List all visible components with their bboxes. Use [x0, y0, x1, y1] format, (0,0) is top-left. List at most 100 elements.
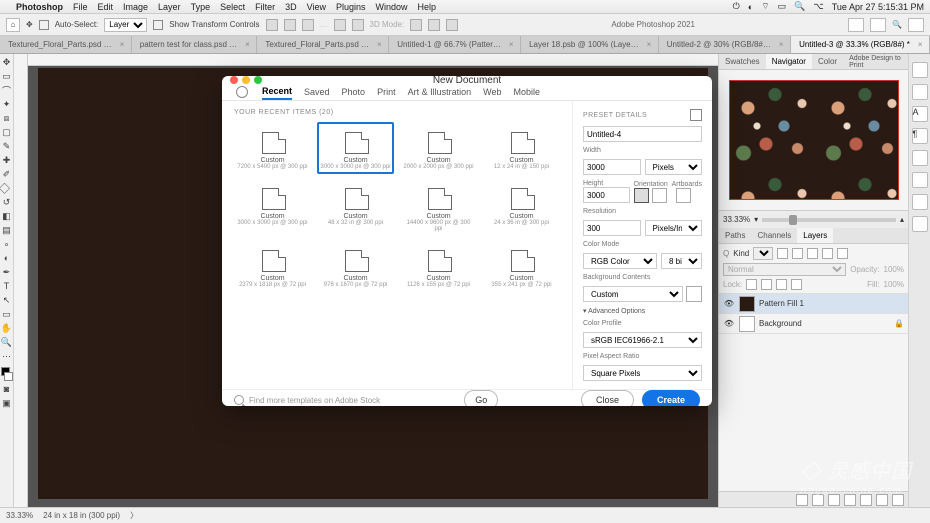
- save-preset-icon[interactable]: [690, 109, 702, 121]
- document-tab[interactable]: pattern test for class.psd …×: [132, 36, 258, 53]
- lock-icon[interactable]: [791, 279, 802, 290]
- menu-image[interactable]: Image: [123, 2, 148, 12]
- color-profile[interactable]: sRGB IEC61966-2.1: [583, 332, 702, 348]
- 3d-icon[interactable]: [428, 19, 440, 31]
- zoom-tool[interactable]: 🔍: [1, 336, 13, 348]
- close-tab-icon[interactable]: ×: [377, 40, 382, 49]
- new-layer-icon[interactable]: [876, 494, 888, 506]
- fx-icon[interactable]: [812, 494, 824, 506]
- screenmode-icon[interactable]: ▣: [1, 397, 13, 409]
- bg-color-swatch[interactable]: [686, 286, 702, 302]
- menu-file[interactable]: File: [73, 2, 88, 12]
- properties-icon[interactable]: [912, 84, 928, 100]
- actions-icon[interactable]: [912, 172, 928, 188]
- resolution-unit[interactable]: Pixels/Inch: [645, 220, 703, 236]
- blur-tool[interactable]: ∘: [1, 238, 13, 250]
- brush-tool[interactable]: ✐: [1, 168, 13, 180]
- paragraph-icon[interactable]: ¶: [912, 128, 928, 144]
- group-icon[interactable]: [860, 494, 872, 506]
- layer-name[interactable]: Background: [759, 319, 802, 328]
- pen-tool[interactable]: ✒: [1, 266, 13, 278]
- distribute-icon[interactable]: [334, 19, 346, 31]
- tab-recent[interactable]: Recent: [262, 84, 292, 100]
- tab-art[interactable]: Art & Illustration: [408, 85, 472, 99]
- close-tab-icon[interactable]: ×: [918, 40, 923, 49]
- zoom-out-icon[interactable]: ▾: [754, 215, 758, 224]
- move-tool[interactable]: ✥: [1, 56, 13, 68]
- visibility-icon[interactable]: 👁: [723, 299, 735, 308]
- align-icon[interactable]: [266, 19, 278, 31]
- artboards-checkbox[interactable]: [676, 188, 691, 203]
- search-icon[interactable]: 🔍: [892, 20, 902, 29]
- quickmask-icon[interactable]: ◙: [1, 383, 13, 395]
- visibility-icon[interactable]: 👁: [723, 319, 735, 328]
- chevron-right-icon[interactable]: 〉: [130, 510, 138, 521]
- menu-edit[interactable]: Edit: [98, 2, 114, 12]
- mask-icon[interactable]: [828, 494, 840, 506]
- preset-item[interactable]: Custom7200 x 5400 px @ 300 ppi: [234, 122, 311, 174]
- shape-tool[interactable]: ▭: [1, 308, 13, 320]
- align-icon[interactable]: [302, 19, 314, 31]
- preset-item[interactable]: Custom1126 x 155 px @ 72 ppi: [400, 240, 477, 292]
- tab-channels[interactable]: Channels: [751, 228, 797, 243]
- menu-window[interactable]: Window: [376, 2, 408, 12]
- path-tool[interactable]: ↖: [1, 294, 13, 306]
- create-button[interactable]: Create: [642, 390, 700, 406]
- document-tab[interactable]: Untitled-1 @ 66.7% (Patter…×: [389, 36, 521, 53]
- close-tab-icon[interactable]: ×: [647, 40, 652, 49]
- history-brush-tool[interactable]: ↺: [1, 196, 13, 208]
- document-tab[interactable]: Layer 18.psb @ 100% (Laye…×: [521, 36, 659, 53]
- doc-name-input[interactable]: [583, 126, 702, 142]
- blend-mode[interactable]: Normal: [723, 263, 846, 276]
- preset-item[interactable]: Custom976 x 1670 px @ 72 ppi: [317, 240, 394, 292]
- 3d-icon[interactable]: [410, 19, 422, 31]
- tab-navigator[interactable]: Navigator: [766, 54, 812, 69]
- fill-value[interactable]: 100%: [884, 280, 904, 289]
- tab-color[interactable]: Color: [812, 54, 843, 69]
- preset-item[interactable]: Custom3000 x 3000 px @ 300 ppi: [234, 178, 311, 236]
- libraries-icon[interactable]: [912, 62, 928, 78]
- menu-type[interactable]: Type: [191, 2, 211, 12]
- heal-tool[interactable]: ✚: [1, 154, 13, 166]
- menu-layer[interactable]: Layer: [158, 2, 181, 12]
- lock-icon[interactable]: [776, 279, 787, 290]
- close-button[interactable]: Close: [581, 390, 634, 406]
- eyedropper-tool[interactable]: ✎: [1, 140, 13, 152]
- zoom-value[interactable]: 33.33%: [723, 215, 750, 224]
- show-transform-checkbox[interactable]: [153, 20, 163, 30]
- share-icon[interactable]: [870, 18, 886, 32]
- menu-plugins[interactable]: Plugins: [336, 2, 366, 12]
- document-tab[interactable]: Untitled-3 @ 33.3% (RGB/8#) *×: [791, 36, 930, 53]
- stock-search[interactable]: Find more templates on Adobe Stock: [234, 395, 456, 405]
- width-input[interactable]: [583, 159, 641, 175]
- kind-filter[interactable]: [753, 247, 773, 260]
- preset-item[interactable]: Custom24 x 36 in @ 300 ppi: [483, 178, 560, 236]
- pixel-aspect[interactable]: Square Pixels: [583, 365, 702, 381]
- orientation-landscape[interactable]: [652, 188, 667, 203]
- tab-saved[interactable]: Saved: [304, 85, 330, 99]
- preset-item[interactable]: Custom2000 x 2000 px @ 300 ppi: [400, 122, 477, 174]
- type-tool[interactable]: T: [1, 280, 13, 292]
- document-tab[interactable]: Untitled-2 @ 30% (RGB/8#…×: [659, 36, 791, 53]
- workspace-icon[interactable]: [908, 18, 924, 32]
- tab-web[interactable]: Web: [483, 85, 501, 99]
- close-tab-icon[interactable]: ×: [779, 40, 784, 49]
- trash-icon[interactable]: [892, 494, 904, 506]
- adjustment-icon[interactable]: [844, 494, 856, 506]
- tab-print[interactable]: Print: [377, 85, 396, 99]
- color-swatches[interactable]: [1, 367, 13, 381]
- lock-icon[interactable]: [746, 279, 757, 290]
- document-tab[interactable]: Textured_Floral_Parts.psd …×: [0, 36, 132, 53]
- frame-tool[interactable]: ▢: [1, 126, 13, 138]
- link-layers-icon[interactable]: [796, 494, 808, 506]
- bg-contents[interactable]: Custom: [583, 286, 683, 302]
- menu-filter[interactable]: Filter: [255, 2, 275, 12]
- crop-tool[interactable]: ⧈: [1, 112, 13, 124]
- preset-item[interactable]: Custom355 x 241 px @ 72 ppi: [483, 240, 560, 292]
- menu-select[interactable]: Select: [220, 2, 245, 12]
- 3d-icon[interactable]: [446, 19, 458, 31]
- filter-icon[interactable]: [837, 248, 848, 259]
- tab-swatches[interactable]: Swatches: [719, 54, 766, 69]
- bit-depth[interactable]: 8 bit: [661, 253, 702, 269]
- auto-select-checkbox[interactable]: [39, 20, 49, 30]
